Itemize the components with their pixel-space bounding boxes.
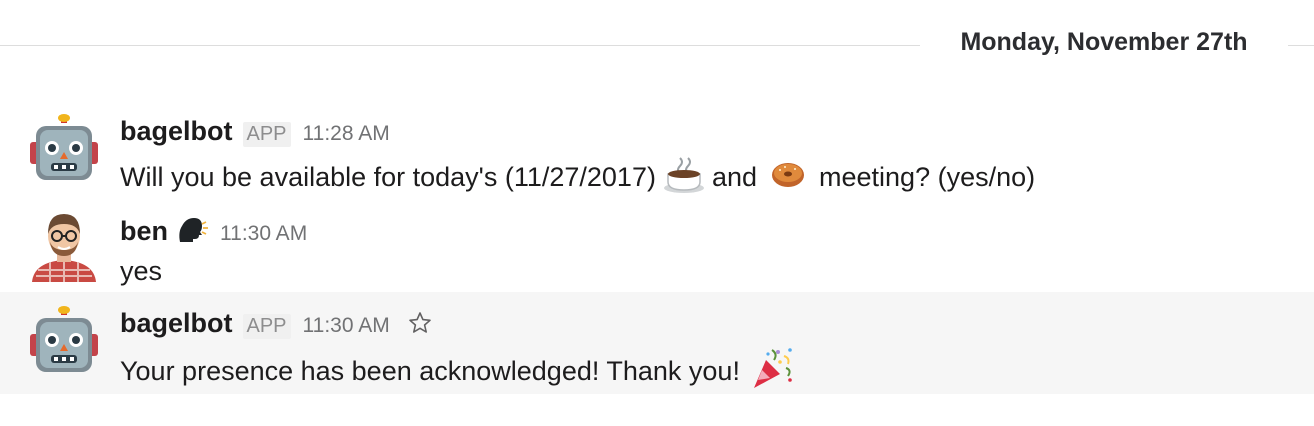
message-item: bagelbot APP 11:30 AM Your presence has … (0, 292, 1314, 394)
timestamp[interactable]: 11:30 AM (220, 222, 307, 246)
message-text: Will you be available for today's (11/27… (120, 154, 1035, 201)
message-text-part: meeting? (yes/no) (819, 162, 1036, 192)
app-badge: APP (242, 122, 291, 147)
divider-line (0, 45, 920, 46)
divider-line (1288, 45, 1314, 46)
coffee-icon (662, 154, 706, 201)
message-item: ben 11:30 AM yes (0, 198, 1314, 292)
star-icon[interactable] (408, 311, 432, 340)
message-header: bagelbot APP 11:28 AM (120, 116, 390, 147)
message-text-part: Your presence has been acknowledged! Tha… (120, 356, 740, 386)
message-header: bagelbot APP 11:30 AM (120, 308, 432, 339)
sender-name[interactable]: bagelbot (120, 308, 233, 339)
message-text-part: and (711, 162, 758, 192)
app-badge: APP (242, 314, 291, 339)
robot-avatar[interactable] (28, 112, 100, 184)
date-divider: Monday, November 27th (0, 0, 1314, 90)
timestamp[interactable]: 11:28 AM (303, 122, 390, 146)
sender-name[interactable]: bagelbot (120, 116, 233, 147)
date-label[interactable]: Monday, November 27th (920, 28, 1288, 57)
ben-avatar[interactable] (28, 210, 100, 282)
message-item: bagelbot APP 11:28 AM Will you be availa… (0, 104, 1314, 198)
robot-avatar[interactable] (28, 304, 100, 376)
speaking-head-icon[interactable] (176, 216, 209, 249)
message-text: Your presence has been acknowledged! Tha… (120, 346, 800, 397)
bagel-icon (771, 159, 805, 196)
party-popper-icon (750, 346, 794, 397)
message-text-part: Will you be available for today's (11/27… (120, 162, 656, 192)
timestamp[interactable]: 11:30 AM (303, 314, 390, 338)
message-text-part: yes (120, 256, 163, 286)
message-header: ben 11:30 AM (120, 212, 307, 247)
message-text: yes (120, 256, 162, 287)
sender-name[interactable]: ben (120, 216, 168, 247)
